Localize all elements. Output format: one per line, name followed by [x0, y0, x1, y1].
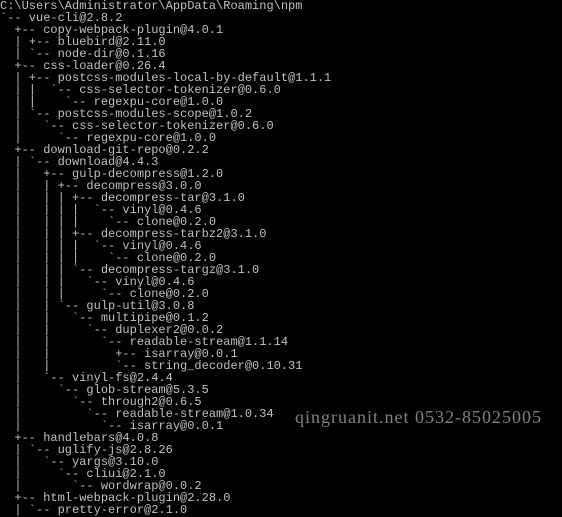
terminal-output: C:\Users\Administrator\AppData\Roaming\n… [0, 0, 562, 516]
watermark-text: qingruanit.net 0532-85025005 [295, 408, 542, 426]
terminal-line: | `-- pretty-error@2.1.0 [0, 504, 562, 516]
